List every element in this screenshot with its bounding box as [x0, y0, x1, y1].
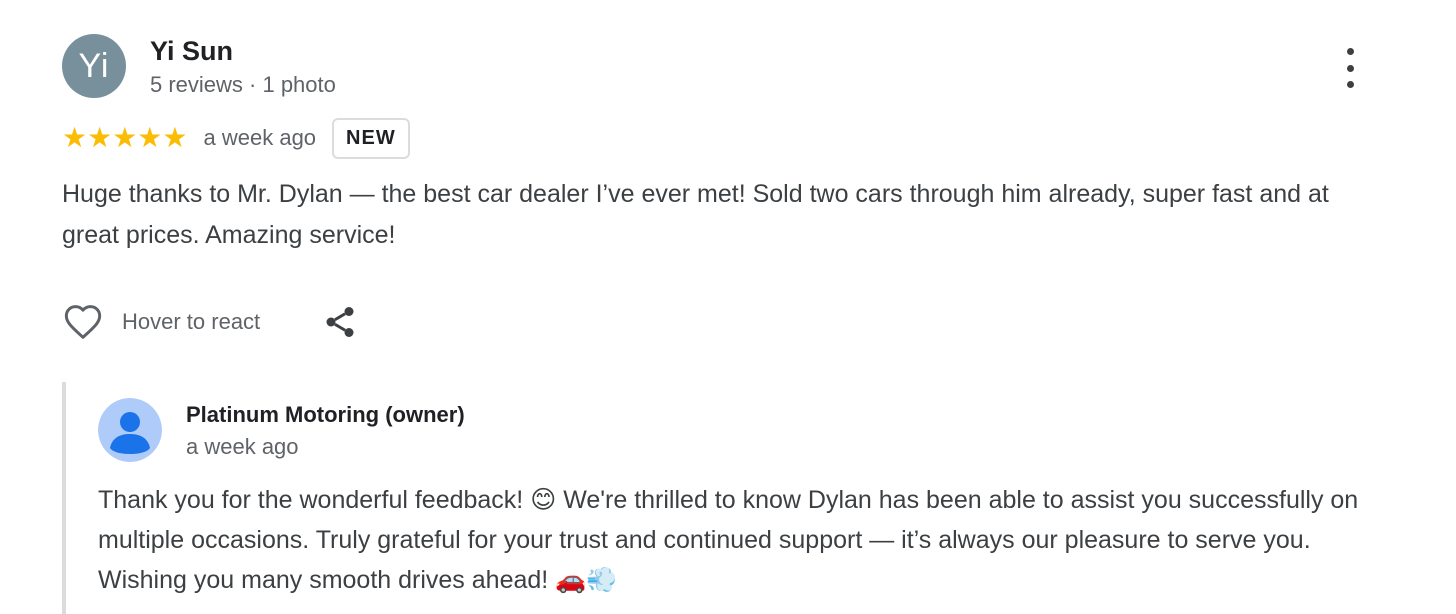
author-info: Yi Sun 5 reviews · 1 photo — [150, 34, 336, 100]
review-actions: Hover to react — [62, 300, 1392, 344]
more-vertical-icon-dot — [1346, 64, 1354, 72]
owner-reply-date: a week ago — [186, 434, 299, 459]
heart-icon[interactable] — [62, 302, 104, 342]
owner-reply-text: Thank you for the wonderful feedback! 😊 … — [98, 486, 1359, 594]
more-vertical-icon — [1346, 48, 1354, 55]
star-rating: ★★★★★ — [62, 122, 188, 153]
owner-reply: Platinum Motoring (owner) a week ago Tha… — [62, 382, 1382, 614]
review-header: Yi Yi Sun 5 reviews · 1 photo — [62, 34, 1392, 102]
react-label: Hover to react — [122, 309, 261, 334]
review-date: a week ago — [203, 125, 317, 150]
person-icon[interactable] — [98, 398, 162, 462]
author-meta: 5 reviews · 1 photo — [150, 72, 336, 97]
owner-header: Platinum Motoring (owner) a week ago — [98, 398, 1382, 462]
rating-row: ★★★★★ a week ago NEW — [62, 116, 1392, 160]
share-icon[interactable] — [322, 304, 358, 340]
more-vertical-icon-dot — [1346, 81, 1354, 88]
more-options-button[interactable] — [1338, 48, 1362, 88]
review-card: Yi Yi Sun 5 reviews · 1 photo ★★★★★ a we… — [62, 34, 1392, 344]
owner-name: Platinum Motoring (owner) — [186, 402, 465, 427]
review-text: Huge thanks to Mr. Dylan — the best car … — [62, 180, 1329, 249]
author-name[interactable]: Yi Sun — [150, 34, 336, 68]
author-avatar[interactable]: Yi — [62, 34, 126, 98]
new-badge: NEW — [332, 117, 410, 159]
owner-info: Platinum Motoring (owner) a week ago — [186, 398, 465, 462]
